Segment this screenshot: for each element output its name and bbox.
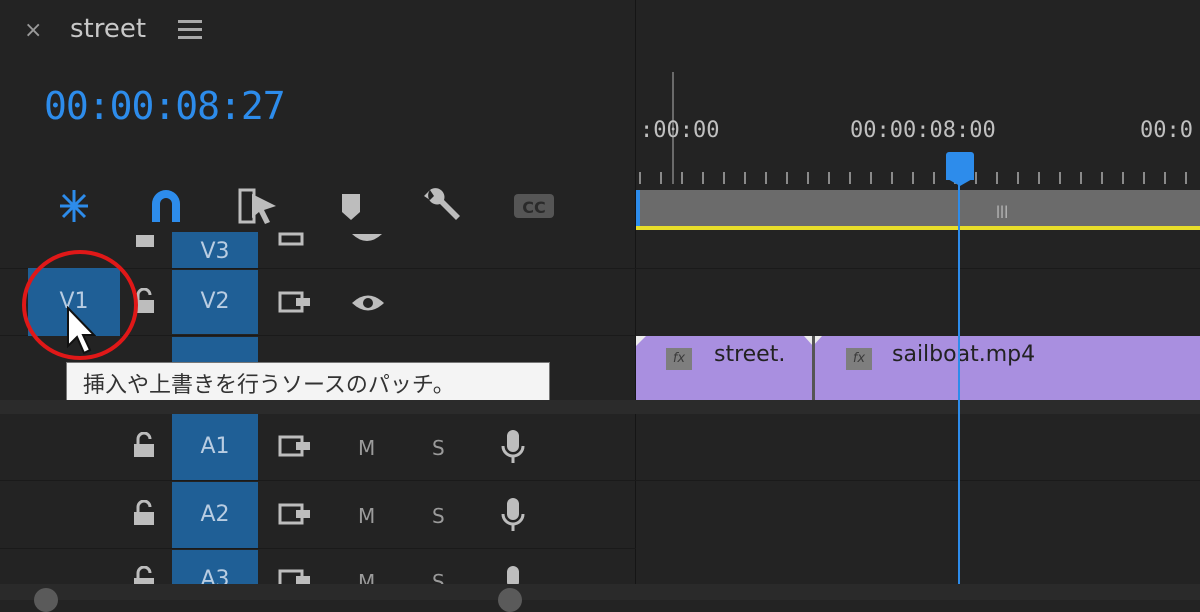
work-area-grip-icon[interactable]: |||: [996, 204, 1008, 218]
clip-corner-marker: [636, 336, 646, 346]
mouse-cursor-icon: [66, 305, 97, 360]
solo-button[interactable]: S: [432, 504, 445, 528]
track-target-v3[interactable]: V3: [172, 232, 258, 268]
video-audio-divider: [0, 400, 1200, 414]
clip-label-sailboat[interactable]: sailboat.mp4: [892, 342, 1035, 367]
close-tab-button[interactable]: ×: [24, 18, 42, 43]
mute-button[interactable]: M: [358, 570, 375, 584]
track-target-a1[interactable]: A1: [172, 414, 258, 480]
magnet-snap-icon[interactable]: [148, 186, 184, 226]
lock-icon[interactable]: [134, 232, 156, 251]
captions-cc-icon[interactable]: CC: [512, 186, 556, 226]
row-divider: [0, 548, 636, 549]
microphone-icon[interactable]: [500, 428, 526, 470]
playhead-handle[interactable]: [946, 152, 974, 180]
ruler-label: 00:0: [1140, 118, 1193, 143]
microphone-icon[interactable]: [500, 496, 526, 538]
work-area-start-handle[interactable]: [636, 190, 640, 228]
ruler-label: 00:00:08:00: [850, 118, 996, 143]
snap-nest-icon[interactable]: [54, 186, 94, 226]
lock-open-icon[interactable]: [132, 499, 156, 530]
clip-edit-point[interactable]: [812, 336, 815, 400]
zoom-handle-right[interactable]: [498, 588, 522, 612]
hamburger-menu-icon[interactable]: [178, 20, 202, 40]
row-divider: [0, 480, 636, 481]
track-target-v2[interactable]: V2: [172, 270, 258, 334]
sync-lock-icon[interactable]: [278, 502, 312, 530]
track-target-v1[interactable]: [172, 337, 258, 365]
playhead-timecode[interactable]: 00:00:08:27: [44, 84, 286, 128]
work-area-bar[interactable]: [636, 190, 1200, 228]
row-divider: [636, 480, 1200, 481]
panel-divider: [635, 0, 636, 600]
track-target-a3[interactable]: A3: [172, 550, 258, 584]
eye-icon[interactable]: [350, 292, 386, 318]
row-divider: [636, 268, 1200, 269]
sync-lock-icon[interactable]: [278, 290, 312, 318]
wrench-settings-icon[interactable]: [422, 186, 462, 226]
fx-badge-icon: fx: [666, 348, 692, 370]
fx-badge-icon: fx: [846, 348, 872, 370]
solo-button[interactable]: S: [432, 436, 445, 460]
work-area-indicator: [636, 226, 1200, 230]
horizontal-scrollbar[interactable]: [0, 584, 1200, 600]
ruler-label: :00:00: [640, 118, 720, 143]
mute-button[interactable]: M: [358, 504, 375, 528]
playhead-line[interactable]: [958, 172, 960, 584]
microphone-icon[interactable]: [500, 564, 526, 584]
lock-open-icon[interactable]: [132, 431, 156, 462]
sync-lock-icon[interactable]: [278, 434, 312, 462]
add-marker-icon[interactable]: [340, 186, 362, 226]
lock-open-icon[interactable]: [132, 566, 156, 584]
mute-button[interactable]: M: [358, 436, 375, 460]
sync-lock-icon[interactable]: [278, 568, 312, 584]
zoom-handle-left[interactable]: [34, 588, 58, 612]
playhead-handle-tip: [946, 178, 974, 186]
linked-selection-icon[interactable]: [238, 186, 280, 226]
sequence-tab-title[interactable]: street: [70, 14, 146, 44]
sync-lock-icon[interactable]: [278, 232, 312, 252]
time-ruler-ticks[interactable]: [636, 160, 1200, 186]
solo-button[interactable]: S: [432, 570, 445, 584]
svg-text:CC: CC: [522, 198, 545, 217]
eye-icon[interactable]: [350, 230, 384, 250]
clip-label-street[interactable]: street.: [714, 342, 785, 367]
track-target-a2[interactable]: A2: [172, 482, 258, 548]
